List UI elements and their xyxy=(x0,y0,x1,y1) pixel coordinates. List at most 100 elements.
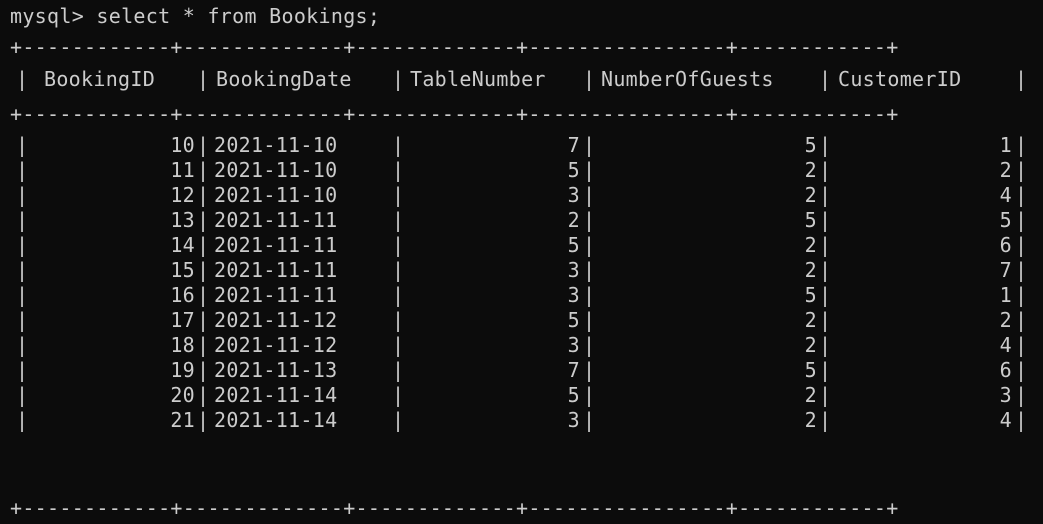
column-separator: | xyxy=(819,158,832,182)
column-separator: | xyxy=(819,183,832,207)
column-separator: | xyxy=(583,258,596,282)
table-cell: 15 xyxy=(170,258,195,282)
column-separator: | xyxy=(16,133,29,157)
table-cell: 2021-11-12 xyxy=(214,308,338,332)
table-cell: 19 xyxy=(170,358,195,382)
table-cell: 5 xyxy=(804,283,817,307)
table-cell: 18 xyxy=(170,333,195,357)
table-cell: 2 xyxy=(804,183,817,207)
table-cell: 3 xyxy=(567,283,580,307)
table-cell: 4 xyxy=(999,183,1012,207)
column-separator: | xyxy=(16,283,29,307)
column-separator: | xyxy=(197,258,210,282)
table-cell: 17 xyxy=(170,308,195,332)
column-separator: | xyxy=(16,358,29,382)
table-cell: 6 xyxy=(999,358,1012,382)
table-cell: 3 xyxy=(567,408,580,432)
column-separator: | xyxy=(1015,283,1028,307)
table-cell: 7 xyxy=(567,133,580,157)
table-cell: 3 xyxy=(999,383,1012,407)
column-separator: | xyxy=(1015,308,1028,332)
table-cell: 16 xyxy=(170,283,195,307)
table-cell: 2 xyxy=(804,408,817,432)
table-cell: 20 xyxy=(170,383,195,407)
table-cell: 2021-11-10 xyxy=(214,158,338,182)
table-cell: 2 xyxy=(567,208,580,232)
column-header: BookingDate xyxy=(216,67,352,91)
table-cell: 13 xyxy=(170,208,195,232)
column-separator: | xyxy=(197,333,210,357)
table-cell: 3 xyxy=(567,183,580,207)
table-cell: 2021-11-13 xyxy=(214,358,338,382)
table-cell: 2021-11-10 xyxy=(214,133,338,157)
table-border-line: +------------+-------------+------------… xyxy=(10,102,899,126)
column-separator: | xyxy=(1015,67,1028,91)
column-separator: | xyxy=(197,158,210,182)
column-header: TableNumber xyxy=(410,67,546,91)
column-separator: | xyxy=(583,208,596,232)
table-cell: 14 xyxy=(170,233,195,257)
column-separator: | xyxy=(392,258,405,282)
column-separator: | xyxy=(1015,158,1028,182)
column-separator: | xyxy=(197,383,210,407)
table-cell: 2 xyxy=(999,158,1012,182)
column-separator: | xyxy=(197,233,210,257)
column-separator: | xyxy=(197,133,210,157)
column-separator: | xyxy=(392,133,405,157)
column-separator: | xyxy=(819,358,832,382)
command-prompt-line: mysql> select * from Bookings; xyxy=(10,4,381,28)
table-cell: 3 xyxy=(567,333,580,357)
table-cell: 5 xyxy=(567,233,580,257)
column-separator: | xyxy=(392,183,405,207)
column-separator: | xyxy=(583,158,596,182)
column-separator: | xyxy=(16,258,29,282)
column-separator: | xyxy=(819,208,832,232)
table-cell: 2021-11-14 xyxy=(214,408,338,432)
column-separator: | xyxy=(16,383,29,407)
column-separator: | xyxy=(819,233,832,257)
column-separator: | xyxy=(16,408,29,432)
column-separator: | xyxy=(16,158,29,182)
column-header: NumberOfGuests xyxy=(601,67,774,91)
terminal-window[interactable]: mysql> select * from Bookings; +--------… xyxy=(0,0,1043,524)
table-cell: 2021-11-11 xyxy=(214,208,338,232)
column-header: CustomerID xyxy=(838,67,962,91)
table-cell: 3 xyxy=(567,258,580,282)
column-separator: | xyxy=(16,183,29,207)
table-cell: 2021-11-11 xyxy=(214,283,338,307)
column-separator: | xyxy=(819,383,832,407)
column-separator: | xyxy=(197,358,210,382)
table-cell: 2021-11-10 xyxy=(214,183,338,207)
column-separator: | xyxy=(392,233,405,257)
table-cell: 4 xyxy=(999,333,1012,357)
table-cell: 5 xyxy=(567,308,580,332)
table-cell: 2 xyxy=(804,383,817,407)
column-separator: | xyxy=(819,258,832,282)
table-cell: 6 xyxy=(999,233,1012,257)
table-cell: 2 xyxy=(804,333,817,357)
column-separator: | xyxy=(197,183,210,207)
table-border-line: +------------+-------------+------------… xyxy=(10,496,899,520)
column-separator: | xyxy=(1015,258,1028,282)
table-cell: 2 xyxy=(804,308,817,332)
column-separator: | xyxy=(197,208,210,232)
column-separator: | xyxy=(583,358,596,382)
table-cell: 7 xyxy=(999,258,1012,282)
column-separator: | xyxy=(1015,408,1028,432)
table-cell: 2 xyxy=(999,308,1012,332)
column-separator: | xyxy=(392,308,405,332)
table-cell: 4 xyxy=(999,408,1012,432)
column-separator: | xyxy=(16,333,29,357)
table-cell: 5 xyxy=(567,383,580,407)
table-cell: 11 xyxy=(170,158,195,182)
table-cell: 2021-11-14 xyxy=(214,383,338,407)
column-separator: | xyxy=(583,233,596,257)
column-separator: | xyxy=(1015,183,1028,207)
column-separator: | xyxy=(583,383,596,407)
table-cell: 7 xyxy=(567,358,580,382)
column-separator: | xyxy=(392,283,405,307)
column-separator: | xyxy=(819,408,832,432)
column-separator: | xyxy=(1015,208,1028,232)
column-separator: | xyxy=(197,67,210,91)
column-header: BookingID xyxy=(44,67,156,91)
